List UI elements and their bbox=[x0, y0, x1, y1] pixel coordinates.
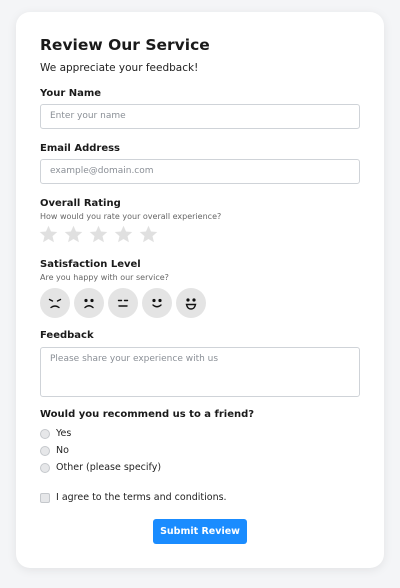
star-rating bbox=[38, 224, 159, 245]
star-icon[interactable] bbox=[63, 224, 84, 245]
satisfaction-label: Satisfaction Level bbox=[40, 259, 141, 270]
terms-checkbox[interactable] bbox=[40, 492, 50, 503]
feedback-textarea[interactable]: Please share your experience with us bbox=[40, 347, 360, 397]
form-title: Review Our Service bbox=[40, 36, 210, 54]
radio-button[interactable] bbox=[40, 462, 50, 473]
recommend-option-other[interactable]: Other (please specify) bbox=[40, 462, 161, 473]
star-icon[interactable] bbox=[88, 224, 109, 245]
feedback-placeholder: Please share your experience with us bbox=[50, 354, 219, 364]
star-icon[interactable] bbox=[38, 224, 59, 245]
form-subtitle: We appreciate your feedback! bbox=[40, 62, 199, 74]
very-happy-icon[interactable] bbox=[176, 288, 206, 318]
radio-label: No bbox=[56, 445, 69, 456]
very-unhappy-icon[interactable] bbox=[40, 288, 70, 318]
radio-button[interactable] bbox=[40, 445, 50, 456]
email-label: Email Address bbox=[40, 143, 121, 154]
feedback-label: Feedback bbox=[40, 330, 94, 341]
recommend-label: Would you recommend us to a friend? bbox=[40, 409, 255, 420]
happy-icon[interactable] bbox=[142, 288, 172, 318]
review-form-card: Review Our Service We appreciate your fe… bbox=[16, 12, 384, 568]
recommend-option-no[interactable]: No bbox=[40, 445, 69, 456]
star-icon[interactable] bbox=[113, 224, 134, 245]
satisfaction-options bbox=[40, 288, 206, 318]
satisfaction-hint: Are you happy with our service? bbox=[40, 273, 169, 282]
email-input[interactable]: example@domain.com bbox=[40, 159, 360, 184]
terms-label: I agree to the terms and conditions. bbox=[56, 492, 227, 503]
name-label: Your Name bbox=[40, 88, 102, 99]
recommend-option-yes[interactable]: Yes bbox=[40, 428, 71, 439]
radio-label: Yes bbox=[56, 428, 72, 439]
terms-row[interactable]: I agree to the terms and conditions. bbox=[40, 492, 227, 503]
name-placeholder: Enter your name bbox=[50, 111, 126, 121]
radio-label: Other (please specify) bbox=[56, 462, 162, 473]
neutral-icon[interactable] bbox=[108, 288, 138, 318]
unhappy-icon[interactable] bbox=[74, 288, 104, 318]
name-input[interactable]: Enter your name bbox=[40, 104, 360, 129]
rating-label: Overall Rating bbox=[40, 198, 121, 209]
email-placeholder: example@domain.com bbox=[50, 166, 154, 176]
rating-hint: How would you rate your overall experien… bbox=[40, 212, 222, 221]
submit-review-button[interactable]: Submit Review bbox=[153, 519, 247, 544]
star-icon[interactable] bbox=[138, 224, 159, 245]
radio-button[interactable] bbox=[40, 428, 50, 439]
